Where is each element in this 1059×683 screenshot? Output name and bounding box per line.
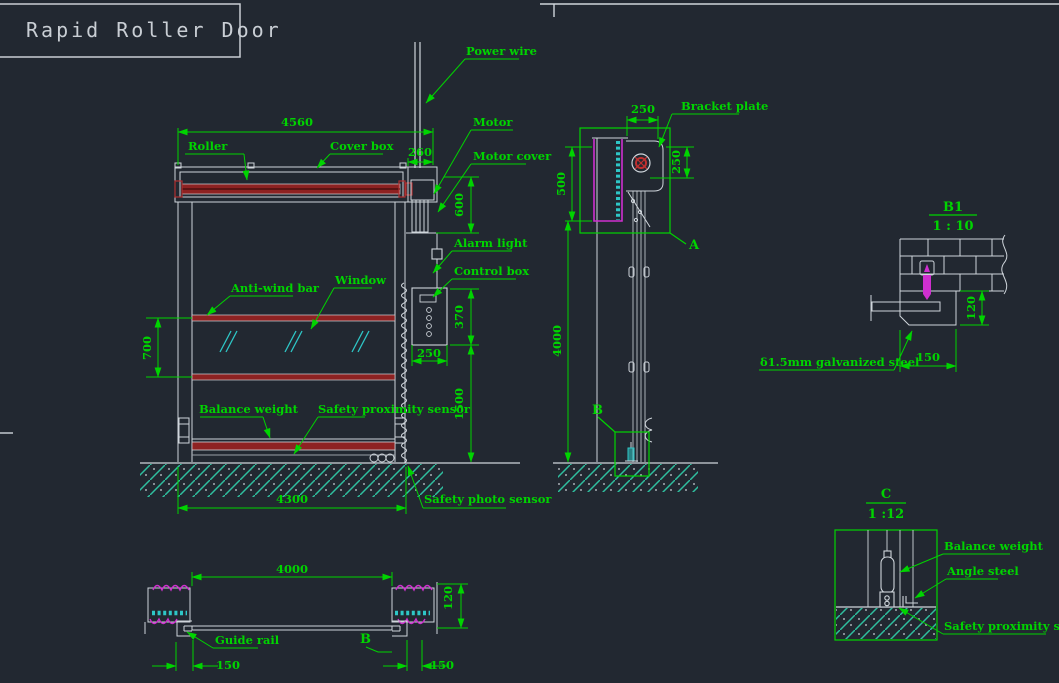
detail-b1-scale: 1 : 10 [933, 219, 974, 234]
dim-b1-depth: 120 [964, 296, 978, 320]
label-roller: Roller [188, 139, 228, 153]
label-safety-proximity-sensor: Safety proximity sensor [318, 402, 471, 416]
dim-total-width: 4560 [281, 115, 313, 129]
detail-c-scale: 1 :12 [868, 507, 904, 522]
side-leaders [659, 114, 739, 147]
label-alarm-light: Alarm light [453, 236, 528, 250]
label-guide-rail: Guide rail [215, 633, 280, 647]
dim-plan-rail-width-right: 150 [430, 658, 454, 672]
control-box-device [412, 288, 447, 345]
label-motor: Motor [473, 115, 513, 129]
detail-b1: B1 1 : 10 [759, 200, 1007, 372]
door-panel [178, 202, 405, 462]
plan-view: 4000 120 150 150 Guide rail B [145, 562, 468, 672]
dim-plan-rail-width-left: 150 [216, 658, 240, 672]
label-cover-box: Cover box [330, 139, 394, 153]
rail-clips [629, 267, 652, 442]
dim-motor-height: 600 [452, 193, 466, 217]
floor-sensor [625, 442, 638, 461]
dim-opening-width: 4300 [276, 492, 308, 506]
plan-callout-detail-b: B [360, 632, 371, 647]
dim-control-box-height: 370 [452, 305, 466, 329]
door-rails [633, 191, 645, 462]
flexible-conduit [402, 283, 407, 463]
c-balance-weight [880, 551, 894, 607]
bottom-bar [192, 439, 395, 455]
detail-c: C 1 :12 Balance weight Angle steel [835, 487, 1059, 640]
cad-canvas[interactable]: Rapid Roller Door [0, 0, 1059, 683]
side-view: A B 250 250 500 4000 Bracket plate [550, 99, 768, 492]
front-view: 4560 260 600 700 370 250 1500 4300 Rolle… [140, 42, 552, 514]
label-c-angle-steel: Angle steel [946, 564, 1019, 578]
brick-wall [900, 235, 1007, 294]
label-safety-photo-sensor: Safety photo sensor [424, 492, 552, 506]
label-c-balance-weight: Balance weight [944, 539, 1044, 553]
cad-drawing-page: Rapid Roller Door [0, 0, 1059, 683]
label-anti-wind-bar: Anti-wind bar [230, 281, 320, 295]
c-ground-hatch [836, 608, 936, 639]
page-title: Rapid Roller Door [26, 18, 282, 42]
dim-plan-rail-depth: 120 [441, 586, 455, 610]
bracket-plate-shape [626, 141, 663, 227]
dim-window-band-height: 700 [140, 336, 154, 360]
dim-door-height: 4000 [550, 325, 564, 357]
dim-bracket-height: 250 [669, 150, 683, 174]
label-c-safety-proximity-sensor: Safety proximity sensor [944, 619, 1059, 633]
cover-box [175, 163, 408, 202]
dim-plan-opening-width: 4000 [276, 562, 308, 576]
callout-detail-a: A [688, 238, 700, 253]
roller-axle [632, 154, 650, 172]
label-control-box: Control box [454, 264, 529, 278]
plan-left-rail [145, 586, 192, 637]
dim-cover-depth: 250 [631, 102, 655, 116]
label-motor-cover: Motor cover [473, 149, 552, 163]
steel-bracket [871, 291, 956, 325]
window-glass-marks [220, 331, 369, 352]
title-block: Rapid Roller Door [0, 4, 282, 57]
alarm-light-device [432, 233, 442, 288]
dim-motor-offset: 260 [408, 145, 432, 159]
detail-b1-name: B1 [943, 200, 963, 215]
callout-detail-b: B [592, 403, 603, 418]
roller-shaft [175, 181, 412, 197]
detail-c-name: C [881, 487, 891, 502]
label-galvanized-steel: δ1.5mm galvanized steel [760, 355, 920, 369]
dim-cover-height: 500 [554, 172, 568, 196]
dim-control-box-width: 250 [417, 346, 441, 360]
label-bracket-plate: Bracket plate [681, 99, 768, 113]
dim-b1-width: 150 [916, 350, 940, 364]
label-balance-weight: Balance weight [199, 402, 299, 416]
label-window: Window [334, 273, 387, 287]
plan-right-rail [392, 582, 437, 636]
anchor-bolt [920, 261, 934, 300]
label-power-wire: Power wire [466, 44, 537, 58]
motor-assembly [406, 167, 447, 233]
plan-door-leaf [192, 626, 392, 630]
ground-hatch [558, 464, 698, 492]
